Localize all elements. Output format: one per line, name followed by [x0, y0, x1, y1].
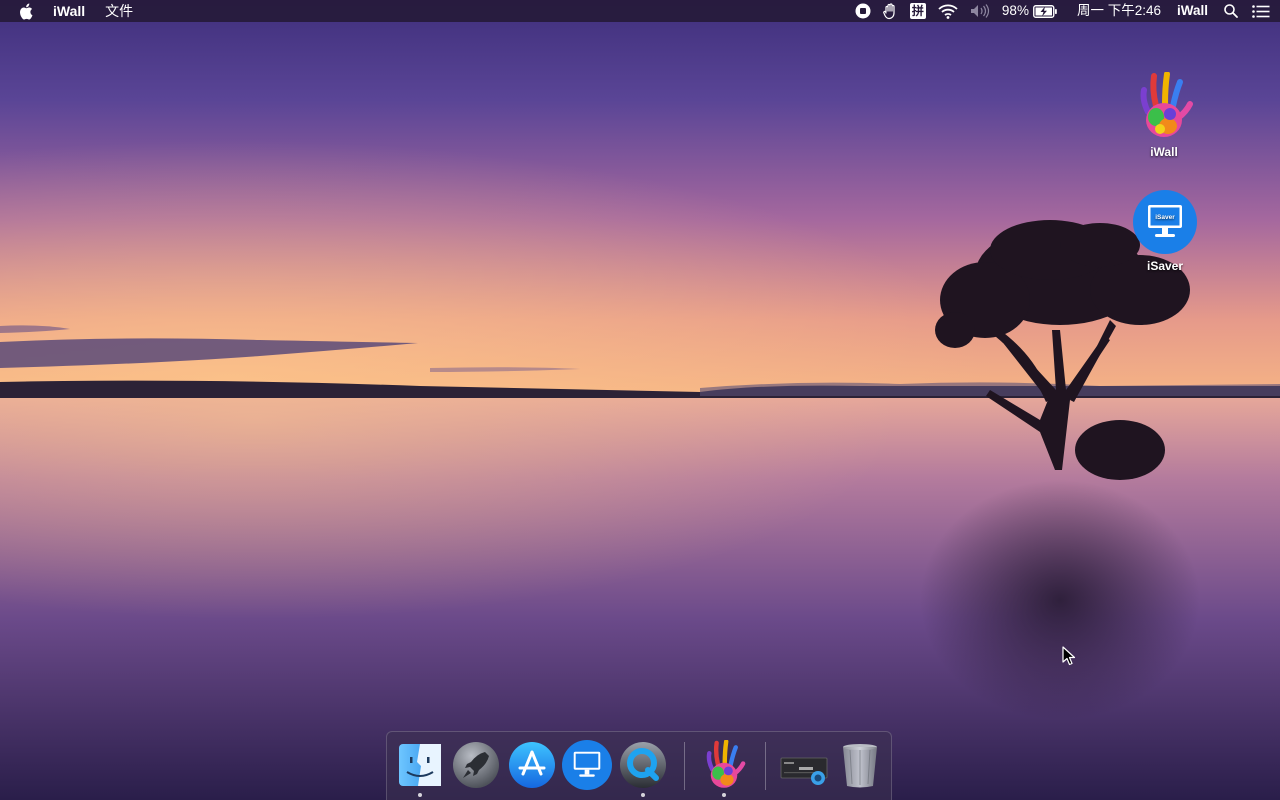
dock [386, 731, 892, 800]
desktop-wallpaper [0, 0, 1280, 800]
desktop-icon-label: iWall [1150, 145, 1178, 159]
desktop-icon-isaver[interactable]: iSaver iSaver [1120, 190, 1210, 273]
hand-menu-icon[interactable] [883, 0, 898, 22]
menu-clock[interactable]: 周一 下午2:46 [1077, 0, 1161, 22]
apple-menu-icon[interactable] [18, 0, 33, 22]
active-app-menu[interactable]: iWall [53, 0, 85, 22]
screen-thumbnail-icon [780, 757, 828, 785]
quicktime-icon [620, 742, 666, 788]
handprint-icon [1140, 71, 1193, 137]
launchpad-rocket-icon [453, 742, 499, 788]
input-method-icon[interactable]: 拼 [909, 0, 926, 22]
running-indicator [722, 793, 726, 797]
dock-item-screen-capture[interactable] [779, 740, 829, 790]
menu-bar-left: iWall 文件 [18, 0, 153, 22]
running-indicator [641, 793, 645, 797]
volume-icon[interactable] [970, 0, 990, 22]
stop-record-icon[interactable] [855, 0, 871, 22]
menu-bar: iWall 文件 拼 98% 周一 下午2:46 iWall [0, 0, 1280, 22]
handprint-icon [706, 739, 746, 788]
dock-item-app-store[interactable] [507, 740, 557, 790]
trash-icon [843, 744, 877, 788]
dock-separator [765, 742, 766, 790]
dock-item-launchpad[interactable] [451, 740, 501, 790]
isaver-monitor-icon [562, 740, 612, 790]
spotlight-search-icon[interactable] [1224, 0, 1238, 22]
menu-file[interactable]: 文件 [105, 0, 133, 22]
dock-item-finder[interactable] [395, 740, 445, 797]
battery-percentage[interactable]: 98% [1002, 0, 1029, 22]
desktop-icon-label: iSaver [1146, 259, 1184, 273]
mouse-cursor-icon [1062, 646, 1076, 666]
menu-extra-iwall[interactable]: iWall [1177, 0, 1208, 22]
running-indicator [418, 793, 422, 797]
finder-icon [399, 744, 441, 786]
input-method-glyph: 拼 [909, 3, 926, 19]
dock-item-quicktime[interactable] [618, 740, 668, 797]
dock-separator [684, 742, 685, 790]
dock-item-isaver[interactable] [562, 740, 612, 790]
wifi-icon[interactable] [938, 0, 958, 22]
isaver-monitor-icon: iSaver [1133, 190, 1197, 254]
dock-item-trash[interactable] [835, 740, 885, 790]
dock-item-iwall[interactable] [699, 739, 749, 797]
isaver-badge-text: iSaver [1155, 214, 1175, 221]
app-store-icon [509, 742, 555, 788]
notification-center-icon[interactable] [1252, 0, 1270, 22]
menu-bar-right: 拼 98% 周一 下午2:46 iWall [843, 0, 1270, 22]
battery-charging-icon[interactable] [1033, 0, 1057, 22]
desktop-icon-iwall[interactable]: iWall [1119, 71, 1209, 159]
